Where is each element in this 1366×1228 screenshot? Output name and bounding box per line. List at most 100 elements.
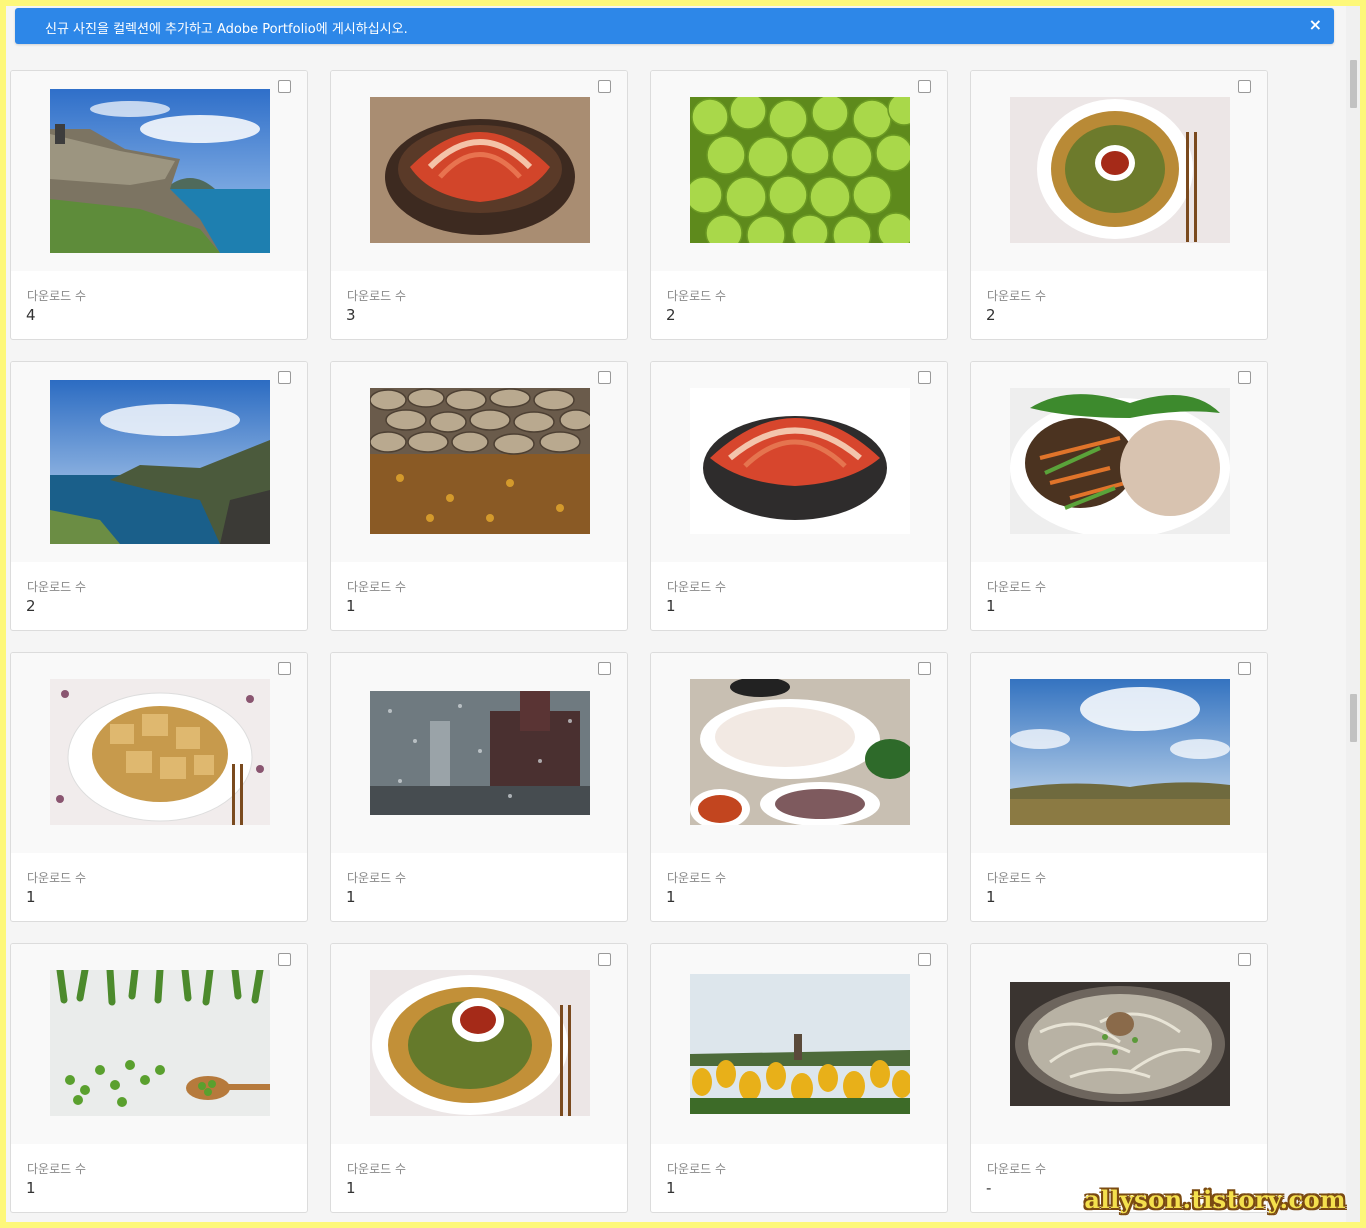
photo-raw-fish-sashimi[interactable] <box>690 679 910 825</box>
photo-zucchini-pancake-2[interactable] <box>370 970 590 1116</box>
download-count-label: 다운로드 수 <box>347 871 407 885</box>
photo-jeju-coastline[interactable] <box>50 380 270 544</box>
photo-grid: 다운로드 수 4 다운로드 수 3 다운로드 수 2 다운로드 수 2 다운로드… <box>10 70 1270 1213</box>
photo-area <box>971 653 1267 853</box>
download-count-label: 다운로드 수 <box>27 580 87 594</box>
photo-card[interactable]: 다운로드 수 1 <box>970 361 1268 631</box>
download-count-value: 1 <box>26 1179 36 1197</box>
select-checkbox[interactable] <box>598 662 611 675</box>
photo-area <box>331 362 627 562</box>
select-checkbox[interactable] <box>918 80 931 93</box>
download-count-value: 2 <box>666 306 676 324</box>
scrollbar-thumb-secondary[interactable] <box>1350 694 1357 742</box>
download-count-value: 1 <box>666 597 676 615</box>
photo-card[interactable]: 다운로드 수 1 <box>330 943 628 1213</box>
photo-yellow-tulip-field[interactable] <box>690 974 910 1114</box>
photo-card[interactable]: 다운로드 수 1 <box>330 652 628 922</box>
download-count-label: 다운로드 수 <box>987 580 1047 594</box>
download-count-label: 다운로드 수 <box>27 1162 87 1176</box>
photo-card[interactable]: 다운로드 수 1 <box>330 361 628 631</box>
download-count-label: 다운로드 수 <box>667 871 727 885</box>
select-checkbox[interactable] <box>1238 953 1251 966</box>
scrollbar[interactable] <box>1346 6 1360 1222</box>
select-checkbox[interactable] <box>278 953 291 966</box>
download-count-label: 다운로드 수 <box>347 289 407 303</box>
photo-card[interactable]: 다운로드 수 1 <box>970 652 1268 922</box>
photo-card[interactable]: 다운로드 수 2 <box>650 70 948 340</box>
photo-area <box>971 944 1267 1144</box>
photo-zucchini-pancake[interactable] <box>1010 97 1230 243</box>
photo-area <box>971 71 1267 271</box>
photo-card[interactable]: 다운로드 수 1 <box>650 943 948 1213</box>
download-count-value: 4 <box>26 306 36 324</box>
select-checkbox[interactable] <box>598 953 611 966</box>
photo-royal-tombs-sky[interactable] <box>1010 679 1230 825</box>
download-count-label: 다운로드 수 <box>27 871 87 885</box>
photo-area <box>11 653 307 853</box>
download-count-value: 1 <box>666 888 676 906</box>
select-checkbox[interactable] <box>1238 371 1251 384</box>
photo-card[interactable]: 다운로드 수 2 <box>970 70 1268 340</box>
select-checkbox[interactable] <box>598 80 611 93</box>
select-checkbox[interactable] <box>278 80 291 93</box>
download-count-value: 1 <box>986 888 996 906</box>
close-icon[interactable]: × <box>1309 15 1322 34</box>
photo-card[interactable]: 다운로드 수 - <box>970 943 1268 1213</box>
photo-area <box>331 653 627 853</box>
download-count-label: 다운로드 수 <box>27 289 87 303</box>
photo-card[interactable]: 다운로드 수 1 <box>650 361 948 631</box>
photo-area <box>11 71 307 271</box>
photo-area <box>331 71 627 271</box>
photo-jeju-coastal-cliff[interactable] <box>50 89 270 253</box>
download-count-label: 다운로드 수 <box>987 871 1047 885</box>
photo-area <box>971 362 1267 562</box>
download-count-value: 1 <box>986 597 996 615</box>
select-checkbox[interactable] <box>918 953 931 966</box>
download-count-value: 2 <box>986 306 996 324</box>
photo-kimchi-bowl[interactable] <box>370 97 590 243</box>
info-banner: 신규 사진을 컬렉션에 추가하고 Adobe Portfolio에 게시하십시오… <box>15 8 1334 44</box>
photo-area <box>651 71 947 271</box>
download-count-label: 다운로드 수 <box>667 580 727 594</box>
select-checkbox[interactable] <box>598 371 611 384</box>
photo-card[interactable]: 다운로드 수 1 <box>10 652 308 922</box>
download-count-value: - <box>986 1179 992 1197</box>
photo-green-plums[interactable] <box>690 97 910 243</box>
photo-card[interactable]: 다운로드 수 2 <box>10 361 308 631</box>
select-checkbox[interactable] <box>1238 662 1251 675</box>
photo-bean-sprout-soup[interactable] <box>1010 982 1230 1106</box>
scrollbar-thumb[interactable] <box>1350 60 1357 108</box>
download-count-label: 다운로드 수 <box>347 1162 407 1176</box>
photo-injeolmi-rice-cake[interactable] <box>50 679 270 825</box>
download-count-value: 1 <box>666 1179 676 1197</box>
select-checkbox[interactable] <box>278 371 291 384</box>
photo-area <box>331 944 627 1144</box>
select-checkbox[interactable] <box>918 662 931 675</box>
download-count-value: 1 <box>346 888 356 906</box>
download-count-value: 1 <box>346 597 356 615</box>
photo-area <box>651 362 947 562</box>
select-checkbox[interactable] <box>1238 80 1251 93</box>
photo-rainy-window-city[interactable] <box>370 691 590 815</box>
photo-kimchi-bowl-white[interactable] <box>690 388 910 534</box>
download-count-value: 1 <box>26 888 36 906</box>
photo-area <box>11 944 307 1144</box>
photo-card[interactable]: 다운로드 수 1 <box>10 943 308 1213</box>
download-count-label: 다운로드 수 <box>987 1162 1047 1176</box>
photo-stone-wall-leaves[interactable] <box>370 388 590 534</box>
select-checkbox[interactable] <box>278 662 291 675</box>
photo-card[interactable]: 다운로드 수 3 <box>330 70 628 340</box>
download-count-value: 3 <box>346 306 356 324</box>
download-count-label: 다운로드 수 <box>347 580 407 594</box>
photo-dashboard: 신규 사진을 컬렉션에 추가하고 Adobe Portfolio에 게시하십시오… <box>6 6 1360 1222</box>
photo-area <box>651 653 947 853</box>
photo-bulgogi-rice-plate[interactable] <box>1010 388 1230 534</box>
download-count-label: 다운로드 수 <box>987 289 1047 303</box>
photo-card[interactable]: 다운로드 수 1 <box>650 652 948 922</box>
photo-area <box>651 944 947 1144</box>
photo-card[interactable]: 다운로드 수 4 <box>10 70 308 340</box>
select-checkbox[interactable] <box>918 371 931 384</box>
watermark: allyson.tistory.com <box>1084 1185 1346 1214</box>
photo-green-peas[interactable] <box>50 970 270 1116</box>
download-count-value: 2 <box>26 597 36 615</box>
